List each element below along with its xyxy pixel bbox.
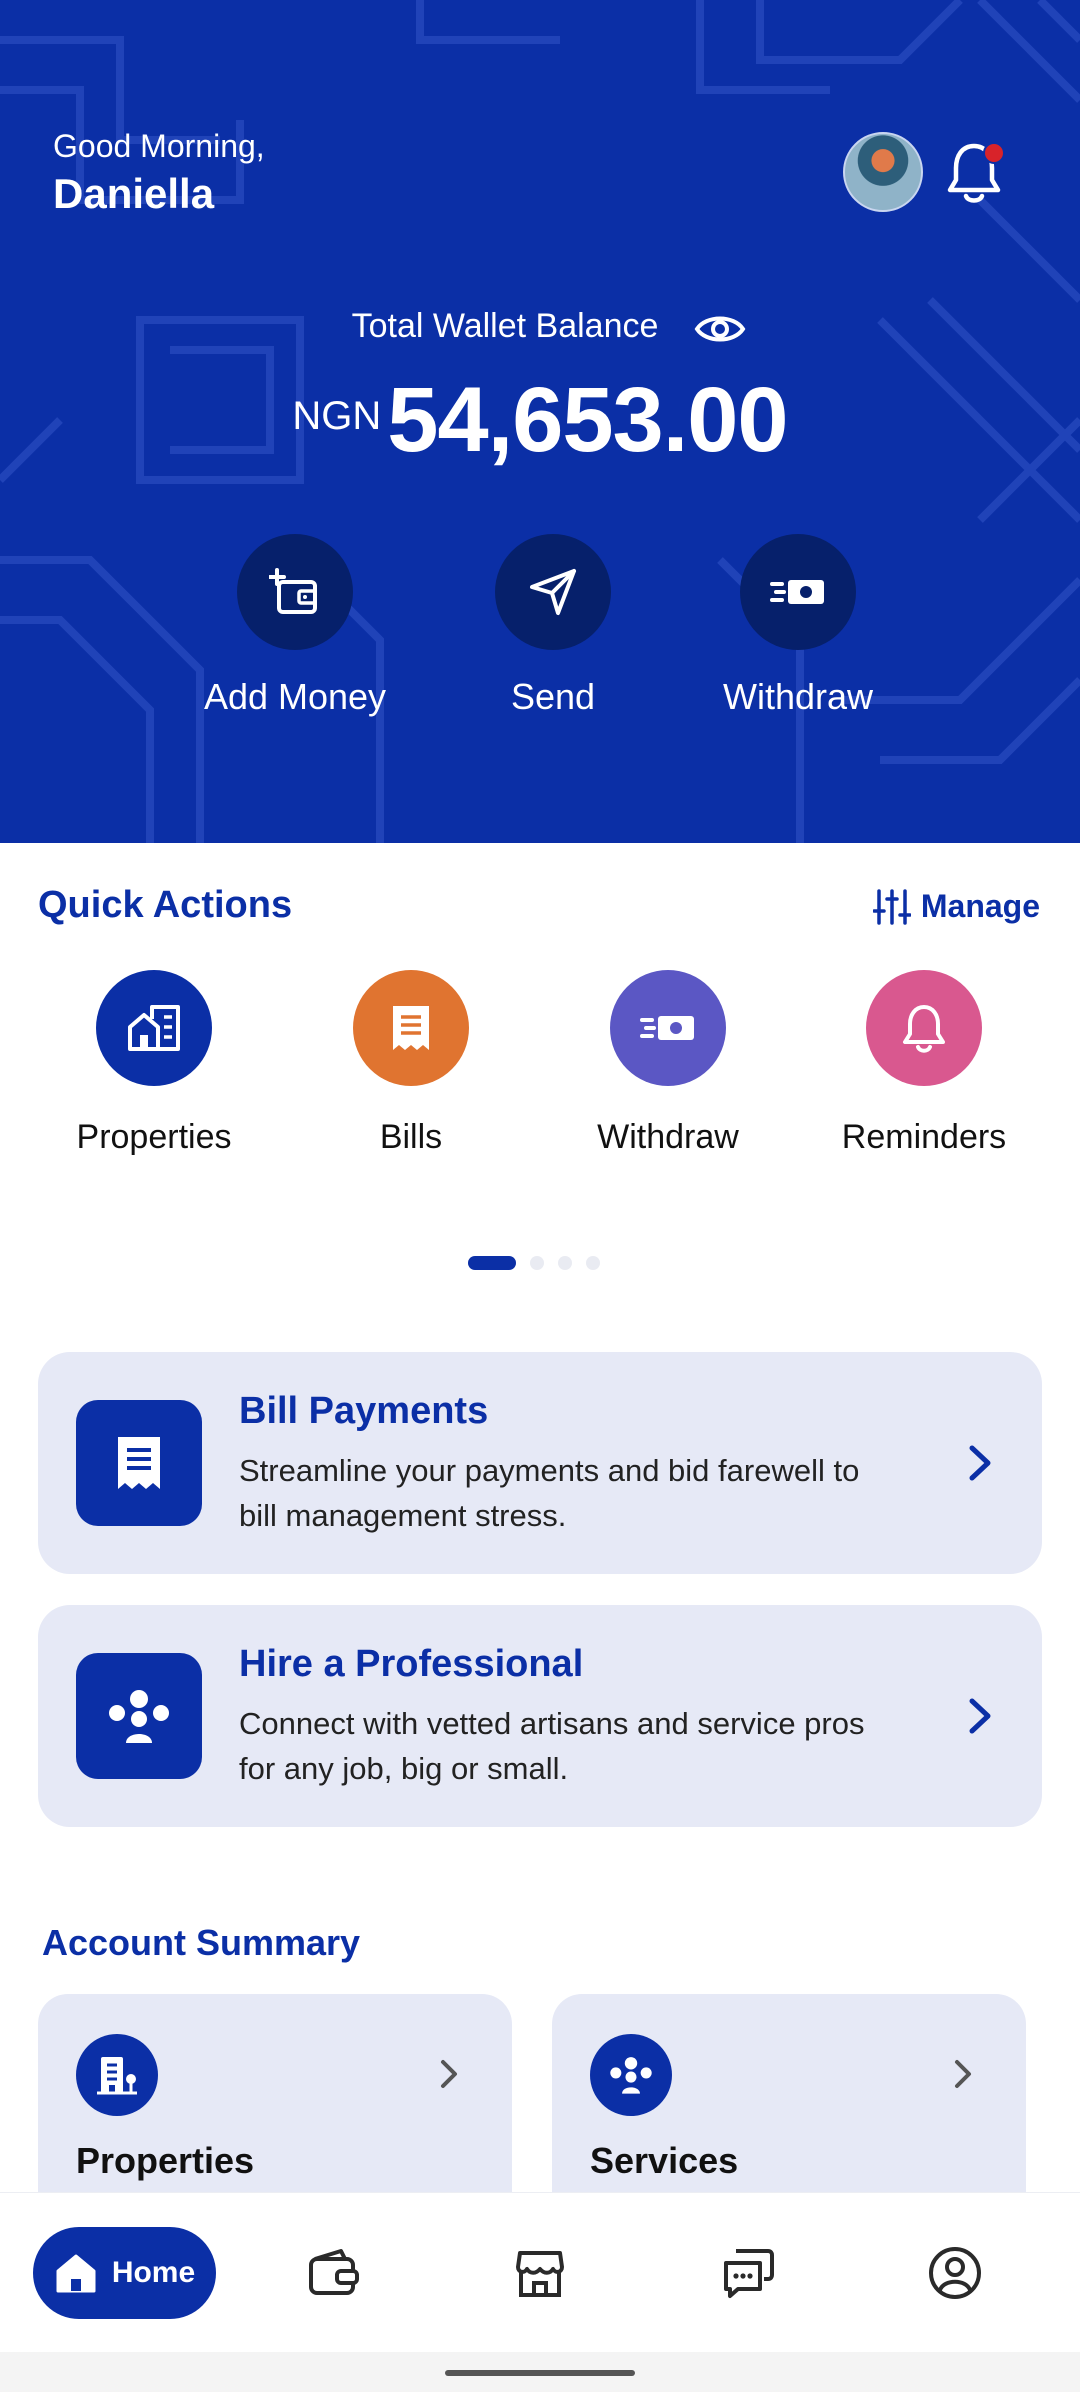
add-money-button[interactable]: Add Money — [185, 534, 405, 718]
receipt-icon — [393, 1006, 429, 1050]
quick-action-label: Withdraw — [597, 1118, 739, 1156]
reminders-circle — [866, 970, 982, 1086]
account-summary-title: Account Summary — [42, 1922, 361, 1963]
user-name: Daniella — [53, 170, 215, 217]
chat-icon[interactable] — [720, 2245, 776, 2301]
balance-currency: NGN — [292, 394, 382, 438]
chevron-right-icon — [969, 1698, 991, 1734]
quick-action-label: Properties — [76, 1118, 232, 1156]
chevron-right-icon — [955, 2060, 971, 2088]
quick-action-label: Bills — [379, 1118, 443, 1156]
profile-icon[interactable] — [927, 2245, 983, 2301]
pager-dot[interactable] — [558, 1256, 572, 1270]
balance-amount: 54,653.00 — [387, 369, 788, 471]
withdraw-quick-circle — [610, 970, 726, 1086]
bills-circle — [353, 970, 469, 1086]
hire-professional-card[interactable]: Hire a Professional Connect with vetted … — [38, 1605, 1042, 1827]
quick-actions-pager — [468, 1256, 600, 1270]
bill-payments-icon-box — [76, 1400, 202, 1526]
quick-action-reminders[interactable]: Reminders — [804, 970, 1044, 1157]
withdraw-circle — [740, 534, 856, 650]
quick-action-label: Reminders — [841, 1118, 1007, 1156]
send-button[interactable]: Send — [443, 534, 663, 718]
send-icon — [530, 569, 576, 615]
balance-amount-row: NGN54,653.00 — [0, 368, 1080, 473]
cash-icon — [770, 580, 824, 604]
people-icon — [109, 1690, 169, 1743]
sliders-icon — [872, 888, 911, 925]
avatar[interactable] — [843, 132, 923, 212]
buildings-icon — [128, 1005, 180, 1051]
bottom-navigation: Home — [0, 2192, 1080, 2352]
add-money-label: Add Money — [203, 676, 387, 717]
add-wallet-icon — [269, 568, 317, 614]
wallet-icon[interactable] — [305, 2245, 361, 2301]
manage-label: Manage — [920, 888, 1040, 924]
home-icon — [56, 2254, 96, 2293]
bill-payments-card[interactable]: Bill Payments Streamline your payments a… — [38, 1352, 1042, 1574]
properties-circle — [96, 970, 212, 1086]
manage-button[interactable]: Manage — [872, 888, 1040, 925]
card-description-line: bill management stress. — [239, 1498, 567, 1533]
send-circle — [495, 534, 611, 650]
card-title: Bill Payments — [239, 1390, 489, 1432]
summary-properties-icon-circle — [76, 2034, 158, 2116]
people-icon — [610, 2057, 652, 2094]
summary-card-label: Properties — [76, 2140, 255, 2181]
greeting-text: Good Morning, — [53, 128, 265, 164]
pager-dot[interactable] — [530, 1256, 544, 1270]
chevron-right-icon — [969, 1445, 991, 1481]
notification-badge — [983, 142, 1005, 164]
nav-home-label: Home — [111, 2256, 196, 2289]
eye-icon[interactable] — [694, 309, 746, 349]
receipt-icon — [118, 1437, 160, 1489]
quick-actions-title: Quick Actions — [38, 884, 293, 926]
quick-action-withdraw[interactable]: Withdraw — [548, 970, 788, 1157]
cash-icon — [640, 1016, 694, 1040]
card-description-line: Connect with vetted artisans and service… — [239, 1706, 865, 1741]
send-label: Send — [510, 676, 596, 717]
card-description-line: Streamline your payments and bid farewel… — [239, 1453, 860, 1488]
nav-home-tab[interactable]: Home — [33, 2227, 216, 2319]
bell-icon — [903, 1005, 945, 1053]
pager-dot[interactable] — [586, 1256, 600, 1270]
withdraw-label: Withdraw — [722, 676, 874, 717]
store-icon[interactable] — [512, 2245, 568, 2301]
home-gesture-bar[interactable] — [445, 2370, 635, 2376]
balance-label: Total Wallet Balance — [351, 307, 659, 345]
building-icon — [97, 2057, 137, 2095]
summary-services-icon-circle — [590, 2034, 672, 2116]
card-description: Connect with vetted artisans and service… — [239, 1701, 939, 1791]
quick-action-bills[interactable]: Bills — [291, 970, 531, 1157]
summary-card-label: Services — [590, 2140, 739, 2181]
card-description: Streamline your payments and bid farewel… — [239, 1448, 939, 1538]
wallet-header: Good Morning, Daniella Total Wallet Bala… — [0, 0, 1080, 843]
card-title: Hire a Professional — [239, 1643, 584, 1685]
withdraw-button[interactable]: Withdraw — [688, 534, 908, 718]
pager-dot-active[interactable] — [468, 1256, 516, 1270]
quick-action-properties[interactable]: Properties — [34, 970, 274, 1157]
add-money-circle — [237, 534, 353, 650]
chevron-right-icon — [441, 2060, 457, 2088]
hire-professional-icon-box — [76, 1653, 202, 1779]
card-description-line: for any job, big or small. — [239, 1751, 569, 1786]
